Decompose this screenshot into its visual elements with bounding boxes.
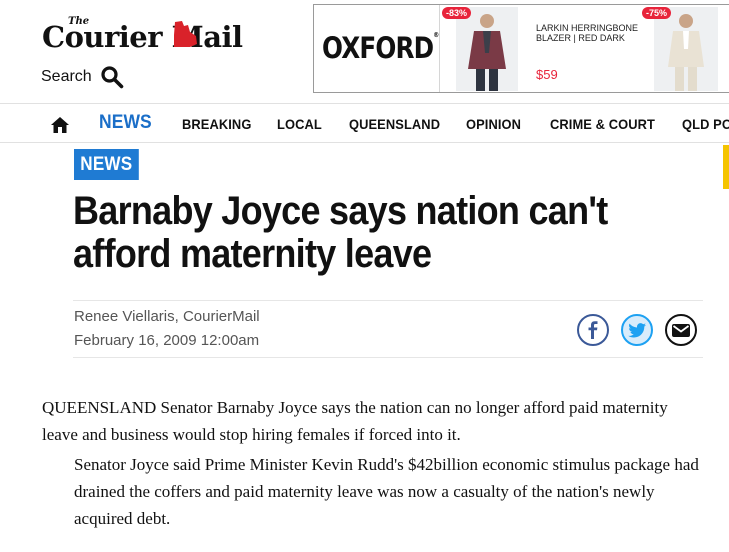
logo-text: Courier Mail <box>42 20 243 54</box>
nav-item-opinion[interactable]: OPINION <box>466 104 521 142</box>
nav-item-qld-politics[interactable]: QLD PO <box>682 104 729 142</box>
side-advertisement[interactable] <box>723 145 729 189</box>
queensland-map-icon <box>174 21 197 47</box>
nav-item-queensland[interactable]: QUEENSLAND <box>349 104 440 142</box>
ad-divider <box>439 5 440 92</box>
share-facebook-button[interactable] <box>577 314 609 346</box>
ad-brand-logo: OXFORD® <box>322 31 439 65</box>
article-date: February 16, 2009 12:00am <box>74 332 260 349</box>
ad-discount-badge-1: -83% <box>442 7 472 19</box>
nav-item-local[interactable]: LOCAL <box>277 104 322 142</box>
main-navigation: NEWS BREAKING LOCAL QUEENSLAND OPINION C… <box>0 103 729 143</box>
ad-brand-text: OXFORD <box>322 31 434 65</box>
meta-divider-top <box>73 300 703 301</box>
article-paragraph-2: Senator Joyce said Prime Minister Kevin … <box>74 455 699 528</box>
search-icon <box>101 66 124 89</box>
meta-divider-bottom <box>73 357 703 358</box>
twitter-icon <box>628 322 646 337</box>
ad-product-image-suit[interactable] <box>654 7 718 91</box>
nav-item-news[interactable]: NEWS <box>99 104 152 142</box>
ad-product-title[interactable]: LARKIN HERRINGBONE BLAZER | RED DARK <box>536 23 646 43</box>
search-button[interactable]: Search <box>41 64 124 90</box>
section-badge[interactable]: NEWS <box>74 149 139 180</box>
nav-item-crime-court[interactable]: CRIME & COURT <box>550 104 655 142</box>
nav-item-breaking[interactable]: BREAKING <box>182 104 251 142</box>
courier-mail-logo[interactable]: The Courier Mail <box>42 14 266 54</box>
facebook-icon <box>588 321 598 339</box>
ad-product-image-blazer[interactable] <box>456 7 518 91</box>
share-email-button[interactable] <box>665 314 697 346</box>
home-icon[interactable] <box>50 116 70 134</box>
email-icon <box>672 323 690 337</box>
share-twitter-button[interactable] <box>621 314 653 346</box>
advertisement-banner[interactable]: OXFORD® -83% LARKIN HERRINGBONE BLAZER |… <box>313 4 729 93</box>
article-byline: Renee Viellaris, CourierMail <box>74 308 260 325</box>
ad-discount-badge-2: -75% <box>642 7 672 19</box>
search-label: Search <box>41 68 92 85</box>
article-paragraph-1: QUEENSLAND Senator Barnaby Joyce says th… <box>42 398 668 444</box>
article-headline: Barnaby Joyce says nation can't afford m… <box>73 189 608 276</box>
ad-product-price: $59 <box>536 67 558 82</box>
